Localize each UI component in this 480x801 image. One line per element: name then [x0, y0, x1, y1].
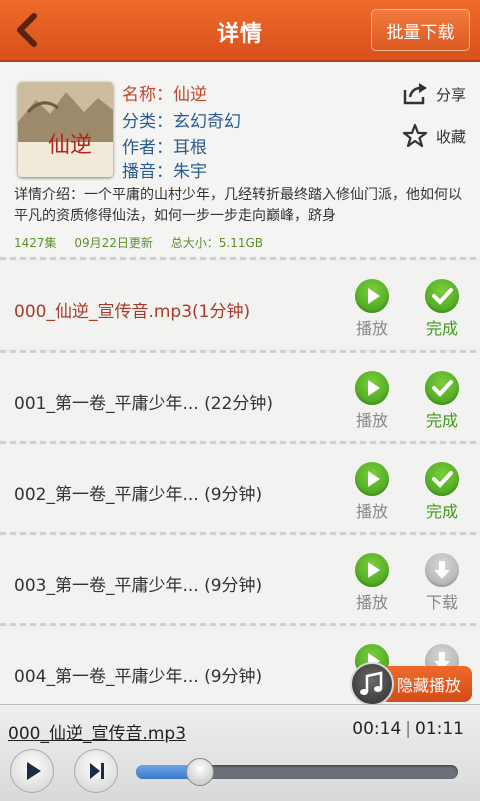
play-button[interactable]: 播放 — [346, 371, 398, 431]
play-pause-button[interactable] — [10, 749, 54, 793]
episode-title: 003_第一卷_平庸少年... (9分钟) — [14, 576, 263, 596]
book-narrator: 朱宇 — [173, 162, 207, 182]
checkmark-icon — [432, 471, 453, 488]
share-button[interactable]: 分享 — [402, 82, 466, 106]
divider — [0, 257, 480, 260]
music-note-icon — [350, 662, 394, 706]
book-category: 玄幻奇幻 — [173, 112, 241, 132]
batch-download-button[interactable]: 批量下载 — [371, 9, 470, 51]
update-date: 09月22日更新 — [74, 236, 153, 250]
book-info-panel: 仙逆 名称：仙逆 分类：玄幻奇幻 作者：耳根 播音：朱宇 分享 收藏 详情介绍：… — [0, 62, 480, 257]
status-done-button[interactable]: 完成 — [416, 371, 468, 431]
checkmark-icon — [432, 380, 453, 397]
current-time: 00:14 — [352, 719, 402, 739]
checkmark-icon — [432, 288, 453, 305]
episode-row[interactable]: 002_第一卷_平庸少年... (9分钟) 播放 完成 — [0, 444, 480, 532]
book-category-row: 分类：玄幻奇幻 — [122, 112, 241, 132]
episode-title: 004_第一卷_平庸少年... (9分钟) — [14, 667, 263, 687]
total-size: 总大小：5.11GB — [170, 236, 264, 250]
episode-row[interactable]: 001_第一卷_平庸少年... (22分钟) 播放 完成 — [0, 353, 480, 441]
play-icon — [368, 471, 380, 487]
seek-bar[interactable] — [136, 765, 458, 779]
episode-count: 1427集 — [14, 236, 57, 250]
share-icon — [403, 83, 427, 105]
book-author-row: 作者：耳根 — [122, 138, 207, 158]
status-done-button[interactable]: 完成 — [416, 462, 468, 522]
book-narrator-row: 播音：朱宇 — [122, 162, 207, 182]
episode-row[interactable]: 000_仙逆_宣传音.mp3(1分钟) 播放 完成 — [0, 261, 480, 349]
book-name: 仙逆 — [173, 85, 207, 105]
cover-title: 仙逆 — [48, 133, 92, 158]
star-icon — [402, 123, 428, 148]
episode-row[interactable]: 003_第一卷_平庸少年... (9分钟) 播放 下载 — [0, 535, 480, 623]
book-cover: 仙逆 — [18, 82, 113, 177]
play-icon — [368, 562, 380, 578]
skip-next-icon — [90, 763, 104, 779]
next-track-button[interactable] — [74, 749, 118, 793]
play-button[interactable]: 播放 — [346, 553, 398, 613]
hide-player-button[interactable]: 隐藏播放 — [350, 662, 472, 706]
seek-thumb[interactable] — [186, 758, 214, 786]
book-stats: 1427集 09月22日更新 总大小：5.11GB — [14, 234, 277, 251]
book-description: 详情介绍：一个平庸的山村少年，几经转折最终踏入修仙门派，他如何以平凡的资质修得仙… — [14, 187, 462, 224]
current-track-title[interactable]: 000_仙逆_宣传音.mp3 — [8, 719, 186, 744]
download-arrow-icon — [434, 561, 450, 579]
episode-title: 002_第一卷_平庸少年... (9分钟) — [14, 485, 263, 505]
episode-title: 000_仙逆_宣传音.mp3(1分钟) — [14, 302, 251, 322]
book-name-row: 名称：仙逆 — [122, 85, 207, 105]
episode-title: 001_第一卷_平庸少年... (22分钟) — [14, 394, 273, 414]
play-icon — [368, 380, 380, 396]
status-done-button[interactable]: 完成 — [416, 279, 468, 339]
favorite-button[interactable]: 收藏 — [402, 123, 466, 149]
top-bar: 详情 批量下载 — [0, 0, 480, 62]
time-display: 00:14 | 01:11 — [352, 719, 464, 739]
share-label: 分享 — [435, 85, 466, 104]
play-button[interactable]: 播放 — [346, 462, 398, 522]
favorite-label: 收藏 — [435, 127, 466, 146]
total-time: 01:11 — [415, 719, 464, 739]
play-icon — [368, 288, 380, 304]
player-bar: 000_仙逆_宣传音.mp3 00:14 | 01:11 — [0, 704, 480, 801]
download-button[interactable]: 下载 — [416, 553, 468, 613]
play-button[interactable]: 播放 — [346, 279, 398, 339]
play-icon — [27, 762, 41, 780]
book-author: 耳根 — [173, 138, 207, 158]
